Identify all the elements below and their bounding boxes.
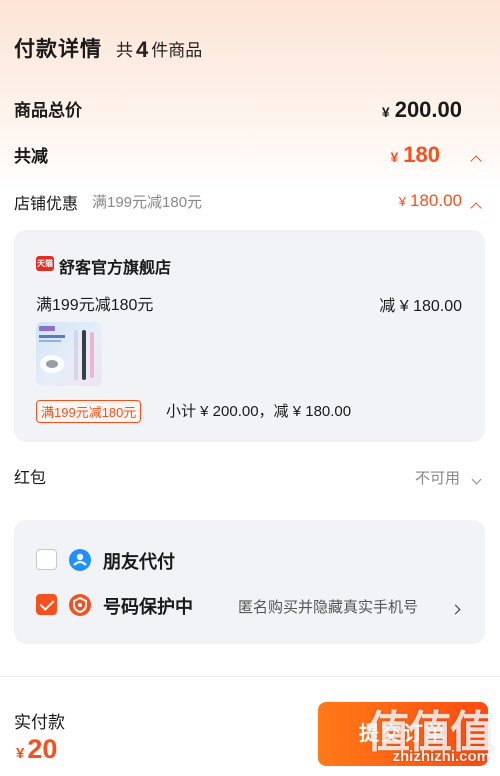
store-rule: 满199元减180元 xyxy=(36,297,154,314)
watermark-url: zhizhizhi.com xyxy=(392,748,491,765)
red-packet-label: 红包 xyxy=(14,470,47,487)
total-price-label: 商品总价 xyxy=(14,101,82,120)
item-count: 共 4 件商品 xyxy=(116,36,202,62)
store-discount-label: 店铺优惠 xyxy=(14,196,79,213)
total-discount-value: 180 xyxy=(403,142,440,167)
payment-options-card: 朋友代付 号码保护中 匿名购买并隐藏真实手机号 xyxy=(14,520,485,644)
total-price-value: 200.00 xyxy=(394,97,462,122)
paid-currency: ¥ xyxy=(16,745,25,762)
tmall-logo-icon: 天猫 xyxy=(36,256,54,271)
number-protect-chevron-icon[interactable] xyxy=(450,600,461,618)
number-protect-label: 号码保护中 xyxy=(103,597,193,617)
collapse-store-discount-icon[interactable] xyxy=(470,199,482,217)
friend-pay-checkbox[interactable] xyxy=(36,549,57,570)
store-subtotal: 小计 ¥ 200.00，减 ¥ 180.00 xyxy=(166,403,352,420)
store-rule-off: 减 ¥ 180.00 xyxy=(379,292,462,316)
number-protect-icon xyxy=(69,594,91,616)
footer-divider xyxy=(0,676,500,677)
store-discount-currency: ¥ xyxy=(398,194,406,209)
paid-value: 20 xyxy=(27,734,58,764)
paid-label: 实付款 xyxy=(14,713,65,732)
store-discount-amount[interactable]: ¥180.00 xyxy=(399,191,462,211)
paid-amount: ¥20 xyxy=(16,734,57,765)
store-discount-value: 180.00 xyxy=(410,191,462,210)
collapse-discount-icon[interactable] xyxy=(470,152,482,170)
store-discount-card: 天猫 舒客官方旗舰店 满199元减180元 减 ¥ 180.00 满199元减1… xyxy=(14,230,485,442)
item-count-prefix: 共 xyxy=(116,41,133,60)
red-packet-expand-icon[interactable] xyxy=(471,470,482,488)
store-discount-desc: 满199元减180元 xyxy=(92,194,203,211)
friend-pay-icon xyxy=(69,549,91,571)
promo-tag: 满199元减180元 xyxy=(36,400,142,423)
item-count-suffix: 件商品 xyxy=(151,41,203,60)
total-price: ¥200.00 xyxy=(382,97,462,123)
item-count-number: 4 xyxy=(136,37,149,62)
total-discount-currency: ¥ xyxy=(390,149,399,165)
store-rule-off-value: 180.00 xyxy=(413,298,462,315)
total-discount[interactable]: ¥180 xyxy=(390,142,440,168)
store-rule-off-prefix: 减 ¥ xyxy=(379,298,409,315)
product-thumbnail-icon xyxy=(39,326,94,380)
store-name[interactable]: 舒客官方旗舰店 xyxy=(59,254,171,278)
total-discount-label: 共减 xyxy=(14,147,48,166)
number-protect-desc[interactable]: 匿名购买并隐藏真实手机号 xyxy=(238,596,418,617)
total-price-currency: ¥ xyxy=(381,104,390,120)
product-image[interactable] xyxy=(36,322,102,386)
friend-pay-label[interactable]: 朋友代付 xyxy=(103,548,175,574)
red-packet-status[interactable]: 不可用 xyxy=(415,467,460,488)
page-title: 付款详情 xyxy=(14,38,102,61)
number-protect-checkbox[interactable] xyxy=(36,594,57,615)
